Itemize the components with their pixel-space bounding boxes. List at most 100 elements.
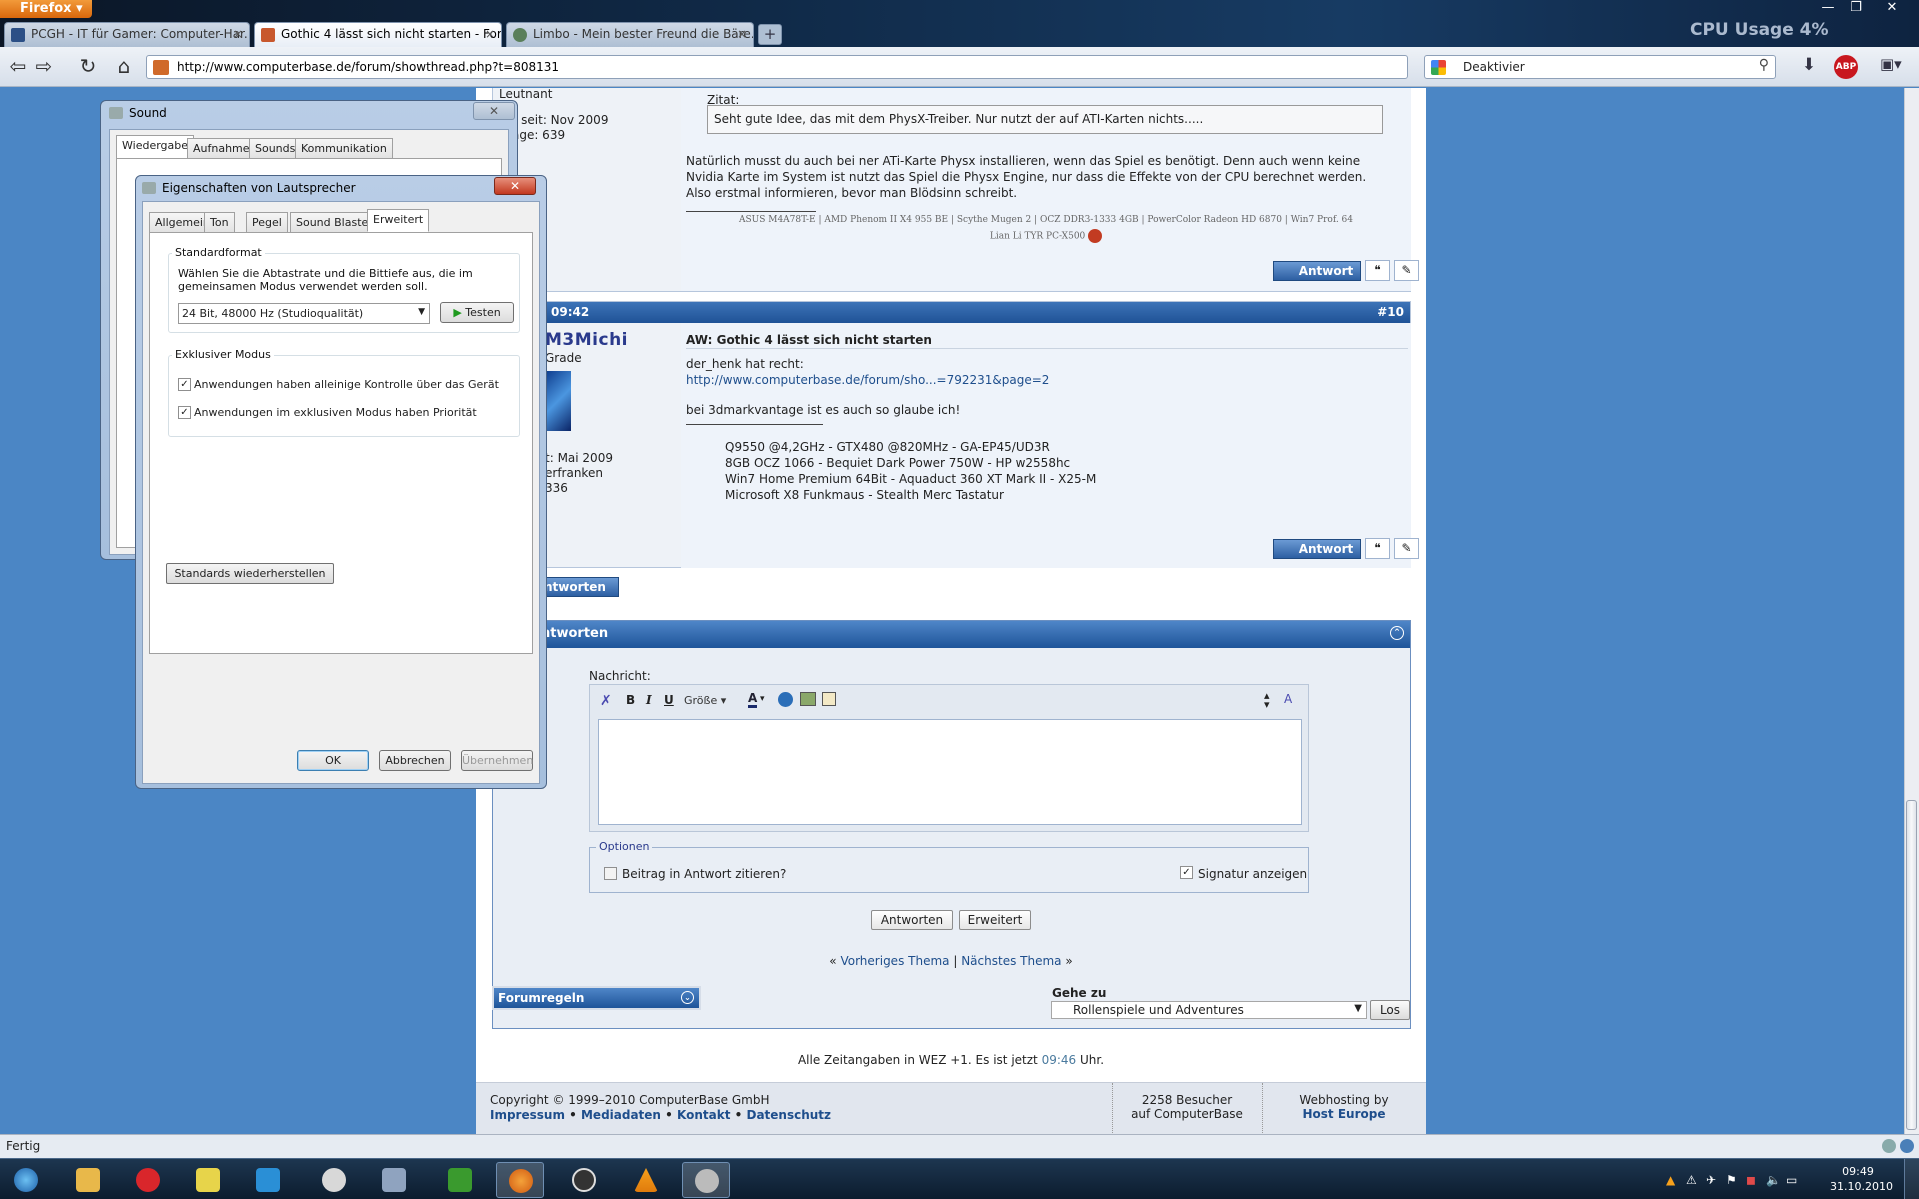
forward-arrow-icon[interactable]: ⇨ [30, 53, 58, 81]
minimize-icon[interactable]: — [1814, 0, 1842, 16]
taskbar-vlc-icon[interactable] [622, 1162, 670, 1198]
submit-reply-button[interactable]: Antworten [871, 910, 953, 930]
taskbar-app-icon[interactable] [244, 1162, 292, 1198]
reload-icon[interactable]: ↻ [74, 53, 102, 81]
color-dropdown-arrow-icon[interactable]: ▾ [760, 694, 765, 704]
home-icon[interactable]: ⌂ [110, 53, 138, 81]
search-box[interactable]: Deaktivier ⚲ [1424, 55, 1776, 79]
back-arrow-icon[interactable]: ⇦ [4, 53, 32, 81]
impressum-link[interactable]: Impressum [490, 1108, 565, 1122]
goto-button[interactable]: Los [1370, 1000, 1410, 1020]
host-europe-link[interactable]: Host Europe [1262, 1107, 1426, 1121]
post-link[interactable]: http://www.computerbase.de/forum/sho...=… [686, 372, 1049, 388]
exclusive-priority-checkbox[interactable]: ✓ [178, 406, 191, 419]
tray-network-icon[interactable]: ▭ [1786, 1173, 1797, 1187]
previous-thread-link[interactable]: Vorheriges Thema [840, 954, 949, 968]
forum-rules-box[interactable]: Forumregeln ⌄ [492, 986, 701, 1010]
underline-icon[interactable]: U [664, 693, 674, 707]
format-select[interactable]: 24 Bit, 48000 Hz (Studioqualität) ▼ [178, 303, 430, 324]
tab-sounds[interactable]: Sounds [249, 138, 302, 158]
username[interactable]: M3Michi [545, 330, 675, 350]
sync-icon[interactable] [1900, 1139, 1914, 1153]
clock[interactable]: 09:49 31.10.2010 [1830, 1164, 1893, 1194]
bold-icon[interactable]: B [626, 693, 635, 707]
new-tab-button[interactable]: + [758, 24, 782, 45]
taskbar-sound-icon[interactable] [682, 1162, 730, 1198]
image-icon[interactable] [800, 692, 816, 706]
addon-status-icon[interactable] [1882, 1139, 1896, 1153]
tab-sound-blaster[interactable]: Sound Blaster [290, 212, 379, 232]
signature-checkbox[interactable]: ✓ [1180, 866, 1193, 879]
maximize-icon[interactable]: ❐ [1842, 0, 1870, 16]
firefox-menu-button[interactable]: Firefox ▾ [0, 0, 92, 18]
mediadaten-link[interactable]: Mediadaten [581, 1108, 661, 1122]
downloads-arrow-icon[interactable]: ⬇ [1797, 55, 1821, 79]
post-number[interactable]: #10 [1377, 305, 1404, 319]
taskbar-utorrent-icon[interactable] [436, 1162, 484, 1198]
tray-alert-icon[interactable]: ⚠ [1686, 1173, 1697, 1187]
taskbar-app-icon[interactable] [124, 1162, 172, 1198]
taskbar-firefox-icon[interactable] [496, 1162, 544, 1198]
tab-levels[interactable]: Pegel [246, 212, 288, 232]
text-color-icon[interactable]: A [748, 691, 758, 708]
google-search-engine-icon[interactable] [1431, 60, 1446, 75]
taskbar-network-icon[interactable] [370, 1162, 418, 1198]
ok-button[interactable]: OK [297, 750, 369, 771]
font-size-dropdown[interactable]: Größe ▾ [684, 691, 740, 711]
reply-button[interactable]: Antwort [1273, 261, 1361, 281]
search-magnifier-icon[interactable]: ⚲ [1759, 57, 1769, 73]
url-bar[interactable]: http://www.computerbase.de/forum/showthr… [146, 55, 1542, 79]
close-icon[interactable]: ✕ [494, 177, 536, 195]
goto-select[interactable]: Rollenspiele und Adventures ▼ [1051, 1001, 1367, 1019]
taskbar-alien-icon[interactable] [310, 1162, 358, 1198]
datenschutz-link[interactable]: Datenschutz [746, 1108, 831, 1122]
edit-icon[interactable]: ✎ [1394, 538, 1419, 559]
kontakt-link[interactable]: Kontakt [677, 1108, 730, 1122]
tab-close-icon[interactable]: × [233, 27, 243, 41]
cancel-button[interactable]: Abbrechen [379, 750, 451, 771]
tab-sound[interactable]: Ton [204, 212, 235, 232]
tab-limbo[interactable]: Limbo - Mein bester Freund die Bäre... × [506, 22, 754, 47]
quote-reply-icon[interactable]: ❝ [1365, 260, 1390, 281]
edit-icon[interactable]: ✎ [1394, 260, 1419, 281]
close-icon[interactable]: ✕ [473, 102, 515, 120]
reply-button[interactable]: Antwort [1273, 539, 1361, 559]
remove-format-icon[interactable]: ✗ [600, 693, 612, 709]
collapse-icon[interactable]: ⌃ [1390, 626, 1404, 640]
tab-advanced[interactable]: Erweitert [367, 209, 430, 232]
link-icon[interactable] [778, 692, 793, 707]
quote-icon[interactable] [822, 692, 836, 706]
close-icon[interactable]: ✕ [1878, 0, 1906, 16]
restore-defaults-button[interactable]: Standards wiederherstellen [166, 563, 334, 584]
tab-close-icon[interactable]: × [485, 27, 495, 41]
exclusive-control-checkbox[interactable]: ✓ [178, 378, 191, 391]
tab-pcgh[interactable]: PCGH - IT für Gamer: Computer-Har... × [4, 22, 250, 47]
tray-app-icon[interactable]: ◼ [1746, 1173, 1756, 1187]
taskbar-app-icon[interactable] [560, 1162, 608, 1198]
next-thread-link[interactable]: Nächstes Thema [961, 954, 1061, 968]
italic-icon[interactable]: I [646, 693, 652, 707]
menu-icon[interactable]: ▣▾ [1880, 55, 1910, 79]
expand-icon[interactable]: ⌄ [681, 991, 694, 1004]
apply-button[interactable]: Übernehmen [461, 750, 533, 771]
quote-reply-icon[interactable]: ❝ [1365, 538, 1390, 559]
switch-mode-icon[interactable]: A [1284, 692, 1292, 706]
tab-gothic[interactable]: Gothic 4 lässt sich nicht starten - For.… [254, 22, 502, 47]
tab-playback[interactable]: Wiedergabe [116, 135, 195, 158]
start-button[interactable] [2, 1162, 50, 1198]
adblock-plus-icon[interactable]: ABP [1834, 55, 1858, 79]
show-desktop-button[interactable] [1904, 1159, 1919, 1199]
resize-icon[interactable]: ▴ ▾ [1264, 690, 1270, 710]
tray-volume-icon[interactable]: 🔈 [1766, 1173, 1781, 1187]
taskbar-explorer-icon[interactable] [64, 1162, 112, 1198]
tray-vlc-icon[interactable]: ▲ [1666, 1173, 1675, 1187]
tray-app-icon[interactable]: ✈ [1706, 1173, 1716, 1187]
quote-checkbox[interactable] [604, 867, 617, 880]
advanced-reply-button[interactable]: Erweitert [959, 910, 1031, 930]
taskbar-app-icon[interactable] [184, 1162, 232, 1198]
site-identity-icon[interactable] [153, 60, 169, 75]
scrollbar-thumb[interactable] [1906, 800, 1917, 1130]
test-button[interactable]: ▶ Testen [440, 302, 514, 323]
tray-flag-icon[interactable]: ⚑ [1726, 1173, 1737, 1187]
tab-recording[interactable]: Aufnahme [187, 138, 256, 158]
